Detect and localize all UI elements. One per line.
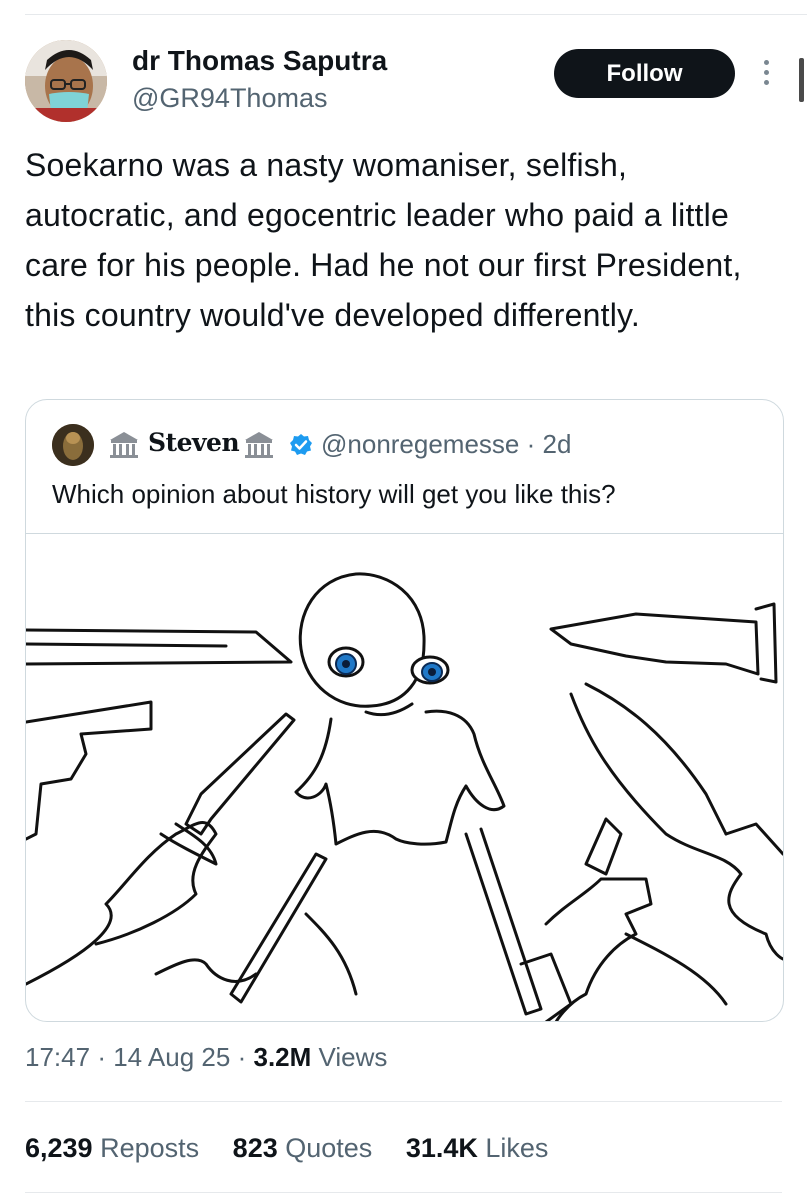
classical-building-icon: [110, 432, 138, 458]
likes-stat[interactable]: 31.4K Likes: [406, 1133, 549, 1163]
separator: ·: [526, 429, 536, 459]
quoted-tweet-image[interactable]: [26, 533, 783, 1021]
quotes-count: 823: [232, 1133, 278, 1163]
reposts-label: Reposts: [100, 1133, 200, 1163]
tweet-meta: 17:47 · 14 Aug 25 · 3.2M Views: [25, 1037, 387, 1077]
separator: ·: [237, 1042, 247, 1072]
quoted-age[interactable]: 2d: [543, 429, 572, 459]
top-divider: [25, 14, 807, 15]
views-label: Views: [318, 1042, 388, 1072]
verified-badge-icon: [290, 434, 312, 455]
author-avatar-image: [25, 40, 107, 122]
author-handle[interactable]: @GR94Thomas: [132, 82, 327, 114]
quoted-author-avatar[interactable]: [52, 424, 94, 466]
divider: [25, 1101, 782, 1102]
follow-button[interactable]: Follow: [554, 49, 735, 98]
author-name[interactable]: dr Thomas Saputra: [132, 44, 387, 78]
tweet-date[interactable]: 14 Aug 25: [113, 1042, 230, 1072]
likes-label: Likes: [485, 1133, 549, 1163]
quoted-avatar-image: [52, 424, 94, 466]
quoted-handle[interactable]: @nonregemesse: [321, 429, 519, 459]
reposts-count: 6,239: [25, 1133, 93, 1163]
separator: ·: [97, 1042, 106, 1072]
classical-building-icon: [245, 432, 273, 458]
quoted-tweet-card[interactable]: Steven @nonregemesse · 2d Which opinion …: [25, 399, 784, 1022]
likes-count: 31.4K: [405, 1133, 478, 1163]
quotes-stat[interactable]: 823 Quotes: [233, 1133, 380, 1163]
engagement-stats: 6,239 Reposts 823 Quotes 31.4K Likes: [25, 1128, 574, 1168]
quotes-label: Quotes: [285, 1133, 373, 1163]
tweet-text: Soekarno was a nasty womaniser, selfish,…: [25, 147, 742, 333]
quoted-author-handle-and-age[interactable]: @nonregemesse · 2d: [321, 427, 571, 461]
views-count: 3.2M: [253, 1042, 312, 1072]
quoted-tweet-text: Which opinion about history will get you…: [52, 479, 616, 509]
reposts-stat[interactable]: 6,239 Reposts: [25, 1133, 207, 1163]
divider: [25, 1192, 782, 1193]
author-avatar[interactable]: [25, 40, 107, 122]
tweet-time[interactable]: 17:47: [25, 1042, 90, 1072]
scrollbar[interactable]: [799, 58, 804, 102]
more-options-icon[interactable]: [762, 60, 770, 90]
quoted-author-name[interactable]: Steven: [148, 426, 240, 460]
stickman-knives-drawing: [26, 572, 783, 1021]
